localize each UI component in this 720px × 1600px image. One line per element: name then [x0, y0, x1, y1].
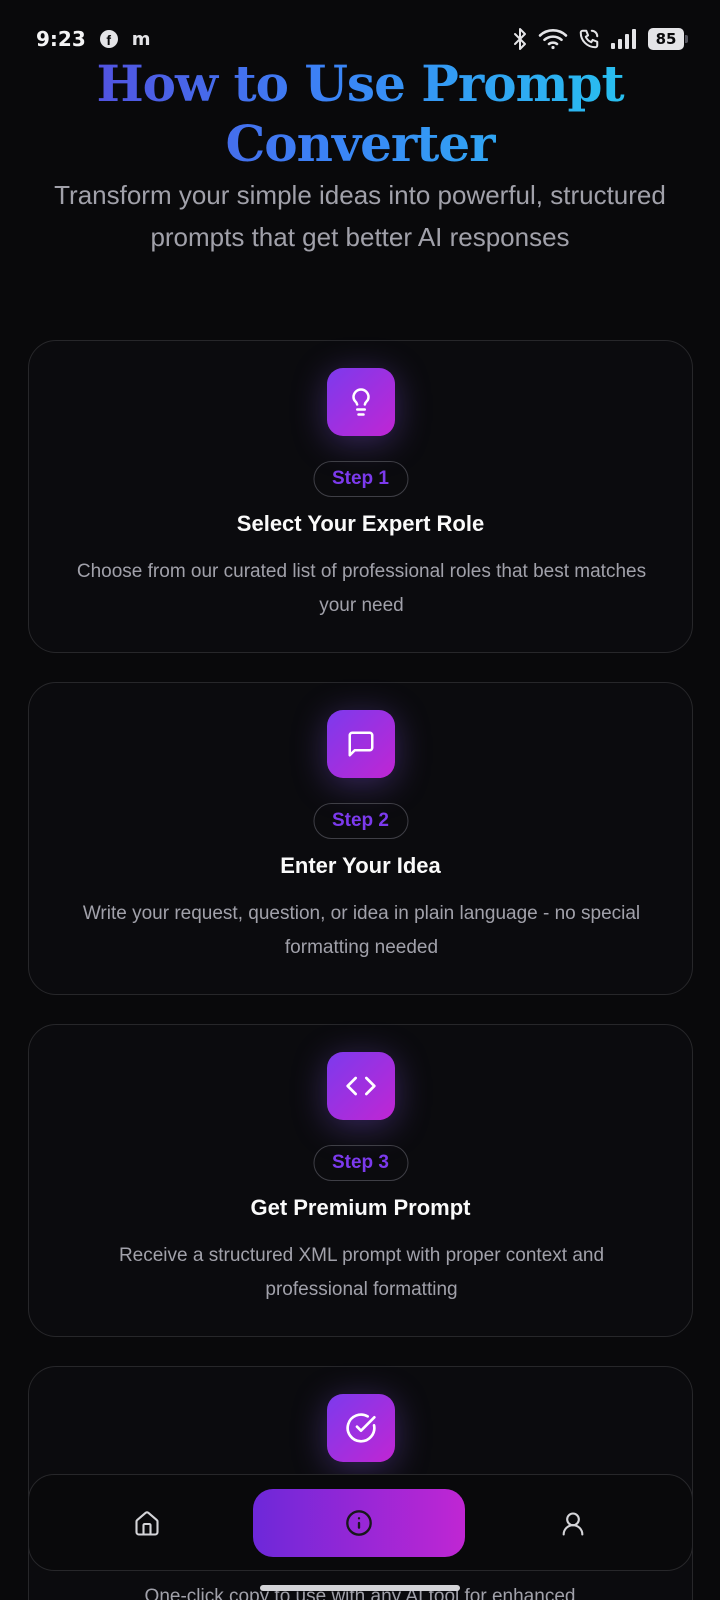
home-icon — [135, 1510, 159, 1536]
signal-icon — [611, 29, 636, 49]
step-title: Enter Your Idea — [280, 853, 441, 878]
page-title-line-2: Converter — [225, 114, 495, 173]
user-icon — [562, 1511, 584, 1536]
wifi-calling-icon — [579, 29, 599, 49]
app-notification-icon: m — [131, 28, 151, 50]
step-card-2: Step 2 Enter Your Idea Write your reques… — [28, 682, 693, 995]
lightbulb-icon — [327, 368, 395, 436]
step-badge: Step 2 — [312, 803, 409, 839]
page-subtitle: Transform your simple ideas into powerfu… — [54, 180, 666, 252]
step-description: Receive a structured XML prompt with pro… — [118, 1245, 605, 1300]
bottom-navigation — [28, 1474, 693, 1571]
facebook-notification-icon: f — [99, 30, 118, 48]
nav-home-button[interactable] — [87, 1475, 207, 1572]
code-icon — [327, 1052, 395, 1120]
message-square-icon — [327, 710, 395, 778]
step-badge: Step 3 — [312, 1145, 409, 1181]
step-description: Write your request, question, or idea in… — [82, 903, 641, 958]
battery-indicator: 85 — [648, 28, 688, 50]
wifi-icon — [538, 29, 568, 50]
info-icon — [346, 1510, 372, 1536]
status-time: 9:23 — [36, 27, 86, 51]
step-title: Get Premium Prompt — [250, 1195, 471, 1220]
step-badge: Step 1 — [312, 461, 409, 497]
page-title-line-1: How to Use Prompt — [96, 54, 624, 113]
check-circle-icon — [327, 1394, 395, 1462]
bluetooth-icon — [514, 28, 526, 50]
step-title: Select Your Expert Role — [236, 511, 485, 536]
step-card-3: Step 3 Get Premium Prompt Receive a stru… — [28, 1024, 693, 1337]
nav-info-button[interactable] — [253, 1489, 465, 1557]
home-indicator[interactable] — [260, 1585, 460, 1591]
step-description: Choose from our curated list of professi… — [76, 561, 647, 616]
app-screen: 9:23 f m 85 How to Use Prompt Converter … — [0, 0, 720, 1600]
status-bar-left: 9:23 f m — [36, 27, 151, 51]
step-card-1: Step 1 Select Your Expert Role Choose fr… — [28, 340, 693, 653]
status-bar-right: 85 — [512, 27, 688, 51]
page-title: How to Use Prompt Converter — [0, 54, 720, 174]
nav-profile-button[interactable] — [513, 1475, 633, 1572]
